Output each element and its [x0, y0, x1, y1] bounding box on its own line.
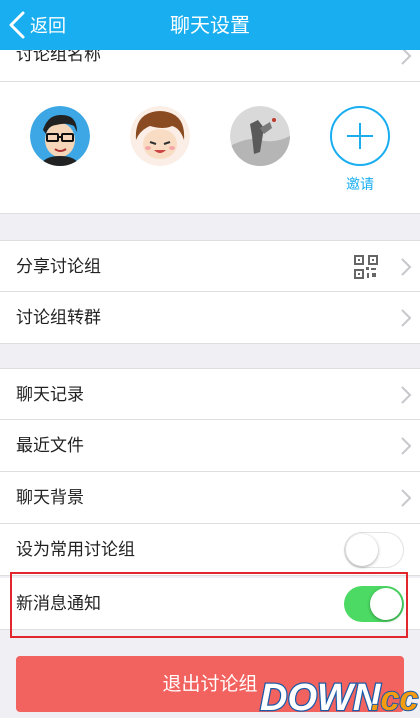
- avatar-grayscale-photo-icon: [230, 106, 290, 166]
- chevron-right-icon: [401, 386, 412, 404]
- set-frequent-group-row: 设为常用讨论组: [0, 524, 420, 576]
- toggle-knob: [346, 534, 378, 566]
- member-avatar-2[interactable]: [130, 106, 190, 166]
- new-message-notification-toggle[interactable]: [344, 586, 404, 622]
- member-avatar-3[interactable]: [230, 106, 290, 166]
- chevron-right-icon: [401, 489, 412, 507]
- chat-history-label: 聊天记录: [16, 385, 84, 405]
- invite-add-button[interactable]: [330, 106, 390, 166]
- recent-files-row[interactable]: 最近文件: [0, 420, 420, 472]
- share-group-row[interactable]: 分享讨论组: [0, 240, 420, 292]
- member-list: 邀请: [0, 82, 420, 214]
- chevron-right-icon: [401, 309, 412, 327]
- chevron-right-icon: [401, 437, 412, 455]
- chevron-right-icon: [401, 258, 412, 276]
- chat-history-row[interactable]: 聊天记录: [0, 368, 420, 420]
- page-title: 聊天设置: [170, 13, 250, 37]
- recent-files-label: 最近文件: [16, 436, 84, 456]
- convert-to-group-label: 讨论组转群: [16, 308, 101, 328]
- down-cc-watermark-logo: DOWN .cc: [259, 676, 420, 718]
- toggle-knob: [370, 588, 402, 620]
- convert-to-group-row[interactable]: 讨论组转群: [0, 292, 420, 344]
- member-avatar-1[interactable]: [30, 106, 90, 166]
- share-group-label: 分享讨论组: [16, 257, 101, 277]
- invite-label: 邀请: [346, 177, 374, 193]
- new-message-notification-row: 新消息通知: [0, 578, 420, 630]
- chat-background-row[interactable]: 聊天背景: [0, 472, 420, 524]
- new-message-notification-label: 新消息通知: [16, 594, 101, 614]
- avatar-brown-hair-icon: [130, 106, 190, 166]
- qr-code-icon: [354, 255, 378, 279]
- chat-background-label: 聊天背景: [16, 488, 84, 508]
- svg-text:.cc: .cc: [371, 680, 418, 718]
- frequent-group-toggle[interactable]: [344, 532, 404, 568]
- svg-text:DOWN: DOWN: [260, 677, 382, 718]
- set-frequent-group-label: 设为常用讨论组: [16, 540, 135, 560]
- nav-bar: 返回 聊天设置: [0, 0, 420, 50]
- avatar-glasses-boy-icon: [30, 106, 90, 166]
